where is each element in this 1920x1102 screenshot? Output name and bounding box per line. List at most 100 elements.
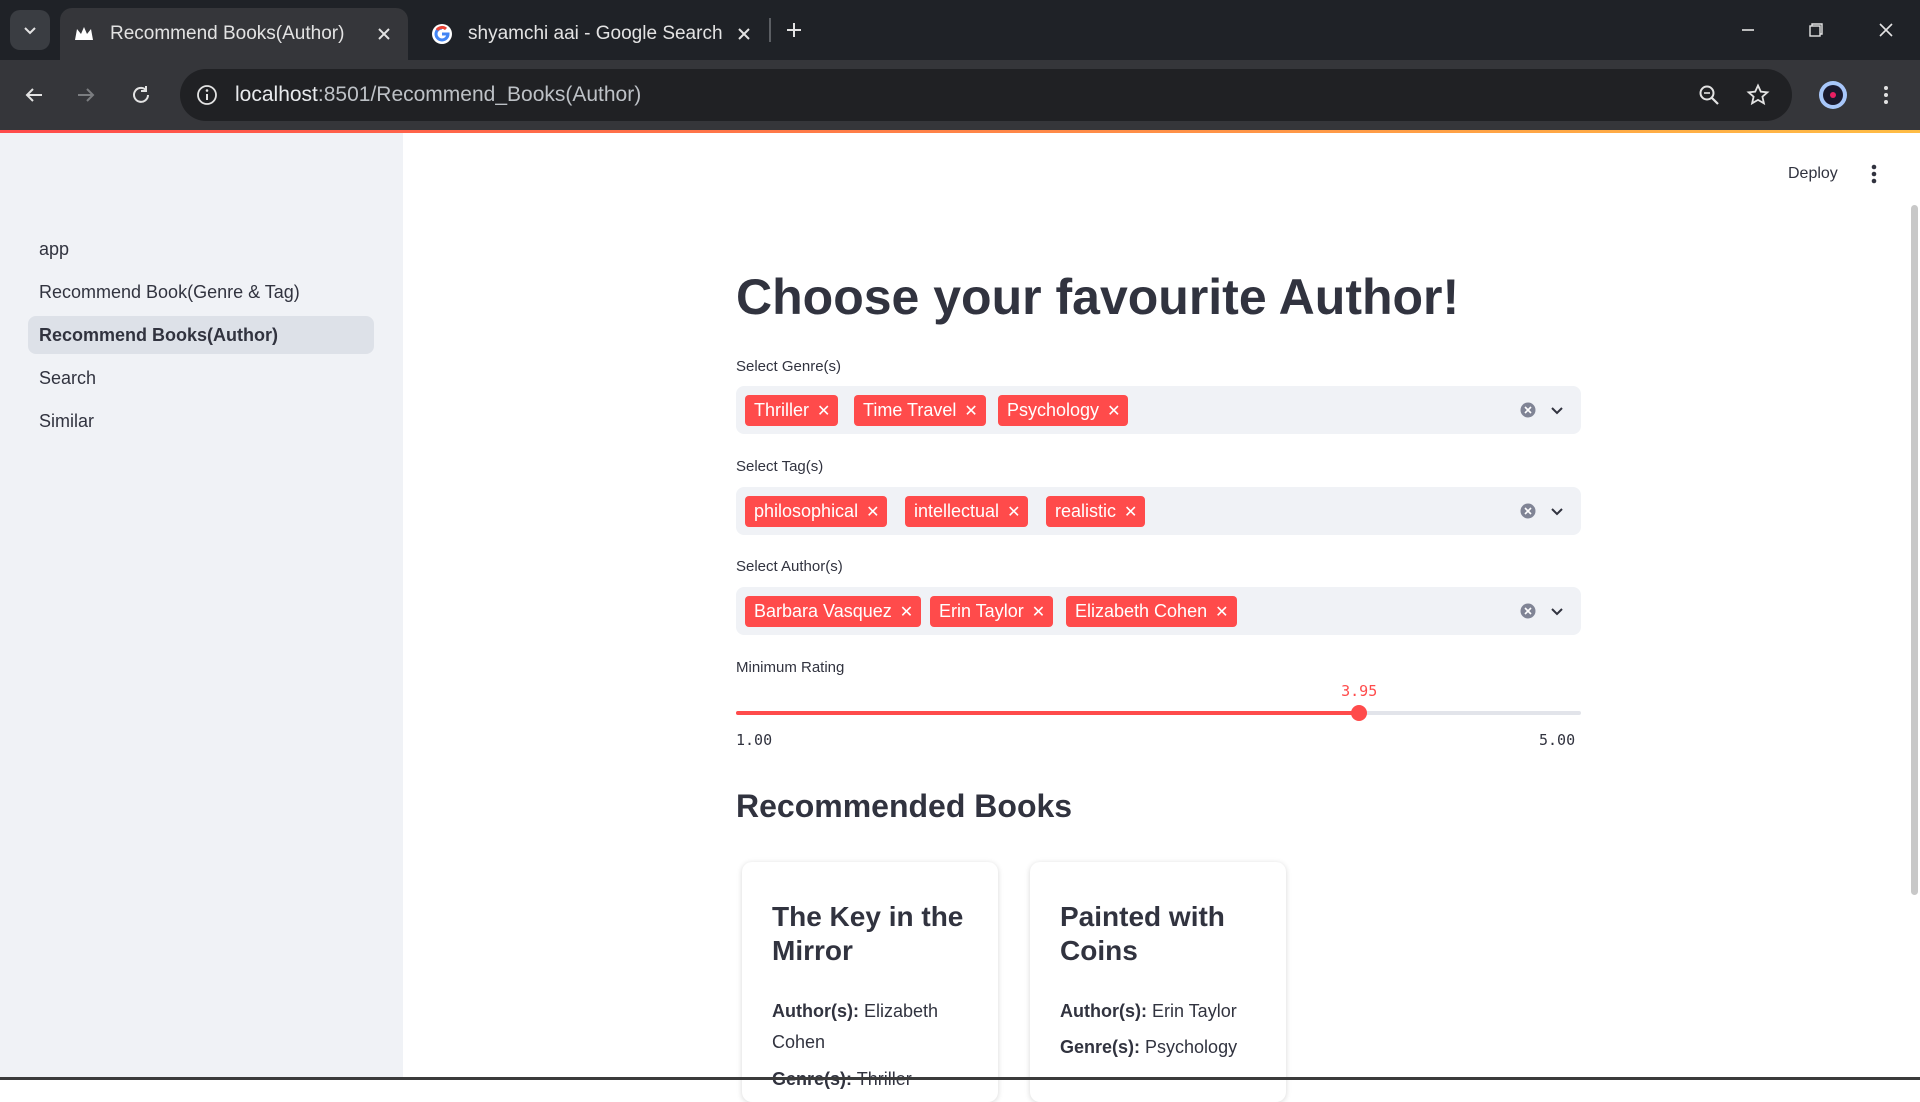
new-tab-button[interactable] xyxy=(776,12,812,48)
back-button[interactable] xyxy=(14,75,54,115)
sidebar-item-label: app xyxy=(39,238,70,259)
reload-button[interactable] xyxy=(121,75,161,115)
remove-chip-icon[interactable]: ✕ xyxy=(1007,502,1020,522)
kebab-menu-icon xyxy=(1871,164,1877,184)
star-icon xyxy=(1746,83,1770,106)
author-chip[interactable]: Erin Taylor ✕ xyxy=(930,596,1054,627)
rating-slider-thumb[interactable] xyxy=(1351,705,1368,721)
chevron-down-icon[interactable] xyxy=(1545,599,1569,623)
author-chip[interactable]: Barbara Vasquez ✕ xyxy=(745,596,922,627)
zoom-button[interactable] xyxy=(1689,75,1729,115)
chevron-down-icon xyxy=(24,27,36,35)
clear-all-icon[interactable] xyxy=(1519,401,1537,419)
rating-max-label: 5.00 xyxy=(1539,731,1576,749)
deploy-button[interactable]: Deploy xyxy=(1778,160,1848,188)
page-title: Choose your favourite Author! xyxy=(736,269,1460,325)
rating-slider-fill xyxy=(736,711,1360,715)
google-icon xyxy=(430,22,454,46)
chip-label: Barbara Vasquez xyxy=(754,601,892,621)
bookmark-button[interactable] xyxy=(1738,75,1778,115)
sidebar-item-label: Search xyxy=(39,367,97,388)
clear-all-icon[interactable] xyxy=(1519,502,1537,520)
chip-label: Thriller xyxy=(754,400,810,420)
remove-chip-icon[interactable]: ✕ xyxy=(1215,602,1228,622)
chevron-down-icon[interactable] xyxy=(1545,398,1569,422)
chip-label: realistic xyxy=(1055,501,1117,521)
site-info-icon[interactable] xyxy=(192,80,222,110)
sidebar-item-recommend-genre-tag[interactable]: Recommend Book(Genre & Tag) xyxy=(28,273,374,311)
sidebar-item-similar[interactable]: Similar xyxy=(28,402,374,440)
chip-label: intellectual xyxy=(914,501,1000,521)
remove-chip-icon[interactable]: ✕ xyxy=(1124,502,1137,522)
clear-all-icon[interactable] xyxy=(1519,602,1537,620)
recommended-heading: Recommended Books xyxy=(736,788,1073,824)
chip-label: Psychology xyxy=(1007,400,1100,420)
author-multiselect[interactable]: Barbara Vasquez ✕ Erin Taylor ✕ Elizabeth … xyxy=(736,587,1581,635)
remove-chip-icon[interactable]: ✕ xyxy=(866,502,879,522)
remove-chip-icon[interactable]: ✕ xyxy=(964,401,977,421)
book-genre-value: Psychology xyxy=(1145,1037,1238,1057)
main-menu-button[interactable] xyxy=(1860,160,1888,188)
book-card[interactable]: Painted with Coins Author(s): Erin Taylo… xyxy=(1030,862,1286,1102)
tag-chip[interactable]: philosophical ✕ xyxy=(745,496,888,527)
book-card[interactable]: The Key in the Mirror Author(s): Elizabe… xyxy=(742,862,998,1102)
remove-chip-icon[interactable]: ✕ xyxy=(1032,602,1045,622)
sidebar-item-app[interactable]: app xyxy=(28,230,374,268)
browser-menu-button[interactable] xyxy=(1866,75,1906,115)
tab-title: shyamchi aai - Google Search xyxy=(468,23,723,44)
rating-slider-value: 3.95 xyxy=(1341,682,1378,700)
tab-google-search[interactable]: shyamchi aai - Google Search xyxy=(418,8,768,60)
restore-button[interactable] xyxy=(1788,8,1844,52)
reload-icon xyxy=(133,86,149,103)
tab-separator xyxy=(769,18,771,42)
restore-icon xyxy=(1809,23,1823,37)
book-genre-label: Genre(s): xyxy=(1060,1037,1141,1057)
close-icon xyxy=(1879,23,1893,37)
tab-recommend-books-author[interactable]: Recommend Books(Author) xyxy=(60,8,408,60)
sidebar-item-recommend-author[interactable]: Recommend Books(Author) xyxy=(28,316,374,354)
genre-chip[interactable]: Thriller ✕ xyxy=(745,395,839,426)
genre-multiselect[interactable]: Thriller ✕ Time Travel ✕ Psychology ✕ xyxy=(736,386,1581,434)
book-title: The Key in the Mirror xyxy=(772,901,964,966)
zoom-icon xyxy=(1699,85,1719,105)
close-tab-icon[interactable] xyxy=(370,20,398,48)
genre-chip[interactable]: Time Travel ✕ xyxy=(854,395,986,426)
remove-chip-icon[interactable]: ✕ xyxy=(1107,401,1120,421)
close-tab-icon[interactable] xyxy=(730,20,758,48)
rating-slider-label: Minimum Rating xyxy=(736,659,845,676)
url-host: localhost xyxy=(235,83,318,106)
genre-chip[interactable]: Psychology ✕ xyxy=(998,395,1129,426)
sidebar-item-search[interactable]: Search xyxy=(28,359,374,397)
arrow-left-icon xyxy=(25,88,42,102)
sidebar-item-label: Recommend Books(Author) xyxy=(39,324,279,345)
tab-search-button[interactable] xyxy=(10,10,50,50)
book-author-value: Erin Taylor xyxy=(1152,1001,1237,1021)
sidebar-item-label: Recommend Book(Genre & Tag) xyxy=(39,281,300,302)
genre-select-label: Select Genre(s) xyxy=(736,358,842,375)
close-window-button[interactable] xyxy=(1858,8,1914,52)
minimize-button[interactable] xyxy=(1720,8,1776,52)
chip-label: Erin Taylor xyxy=(939,601,1024,621)
chip-label: Time Travel xyxy=(863,400,957,420)
tab-title: Recommend Books(Author) xyxy=(110,23,345,44)
author-select-label: Select Author(s) xyxy=(736,558,843,575)
book-author-label: Author(s): xyxy=(1060,1001,1147,1021)
sidebar-item-label: Similar xyxy=(39,410,95,431)
minimize-icon xyxy=(1742,29,1754,31)
tag-select-label: Select Tag(s) xyxy=(736,458,824,475)
book-title: Painted with Coins xyxy=(1060,901,1225,966)
tag-multiselect[interactable]: philosophical ✕ intellectual ✕ realistic ✕ xyxy=(736,487,1581,535)
author-chip[interactable]: Elizabeth Cohen ✕ xyxy=(1066,596,1237,627)
tag-chip[interactable]: intellectual ✕ xyxy=(905,496,1029,527)
page-scrollbar[interactable] xyxy=(1911,205,1918,895)
book-author: Author(s): Erin Taylor xyxy=(1060,996,1270,1027)
profile-button[interactable] xyxy=(1813,75,1853,115)
url-text[interactable]: localhost:8501/Recommend_Books(Author) xyxy=(235,80,641,110)
book-genre: Genre(s): Psychology xyxy=(1060,1032,1270,1063)
chevron-down-icon[interactable] xyxy=(1545,499,1569,523)
remove-chip-icon[interactable]: ✕ xyxy=(900,602,913,622)
forward-button[interactable] xyxy=(66,75,106,115)
tag-chip[interactable]: realistic ✕ xyxy=(1046,496,1146,527)
book-author-label: Author(s): xyxy=(772,1001,859,1021)
remove-chip-icon[interactable]: ✕ xyxy=(817,401,830,421)
